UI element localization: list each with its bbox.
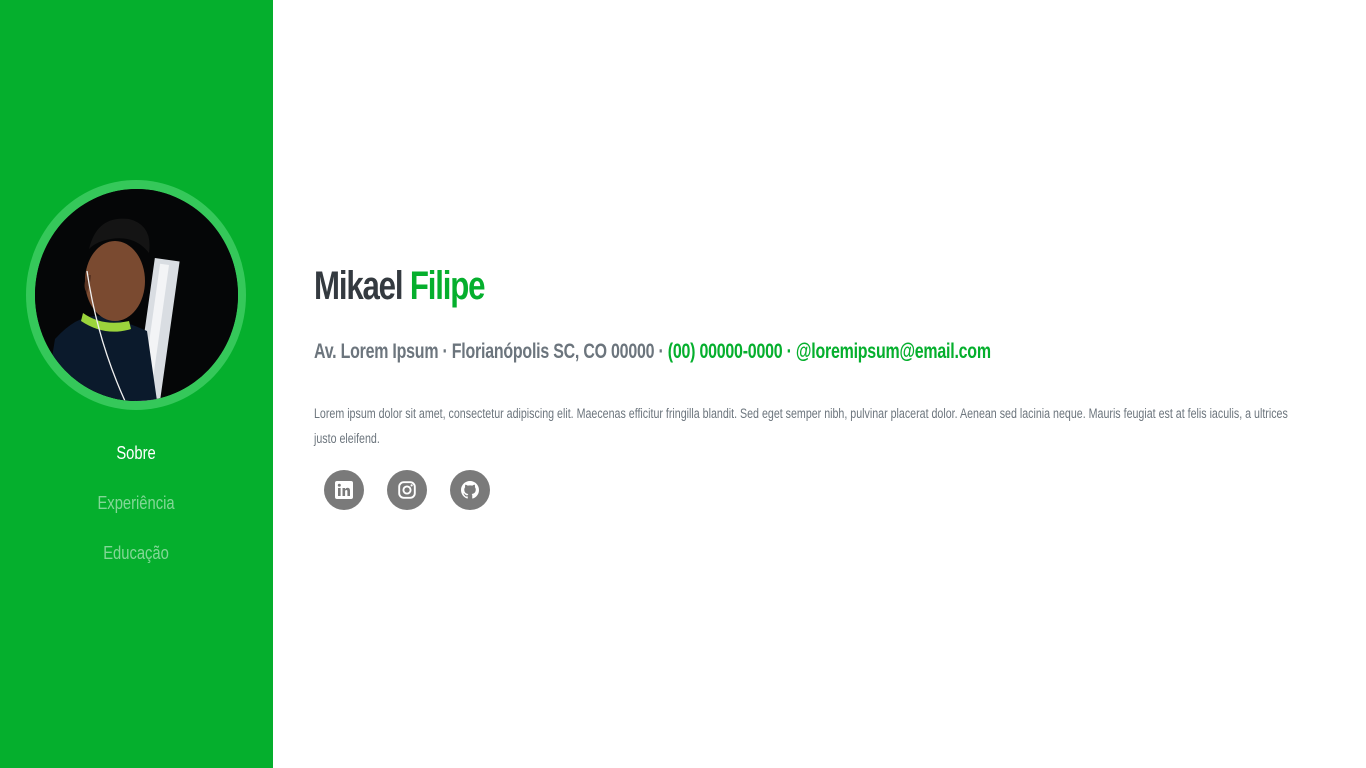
nav-item-educacao[interactable]: Educação bbox=[0, 537, 273, 587]
description-line-1: Lorem ipsum dolor sit amet, consectetur … bbox=[314, 406, 1288, 421]
social-icons bbox=[324, 470, 513, 510]
description-line-2: justo eleifend. bbox=[314, 431, 380, 446]
address: Av. Lorem Ipsum · Florianópolis SC, CO 0… bbox=[314, 340, 664, 363]
nav-item-experiencia[interactable]: Experiência bbox=[0, 487, 273, 537]
contact-line: Av. Lorem Ipsum · Florianópolis SC, CO 0… bbox=[314, 340, 991, 364]
instagram-icon bbox=[398, 481, 416, 499]
avatar bbox=[35, 189, 238, 401]
profile-photo bbox=[35, 189, 238, 401]
page-title: Mikael Filipe bbox=[314, 264, 486, 309]
nav-link-educacao[interactable]: Educação bbox=[104, 537, 170, 569]
phone-link[interactable]: (00) 00000-0000 bbox=[668, 340, 783, 363]
sidebar: Sobre Experiência Educação bbox=[0, 0, 273, 768]
nav-link-experiencia[interactable]: Experiência bbox=[98, 487, 175, 519]
last-name: Filipe bbox=[409, 264, 486, 308]
github-button[interactable] bbox=[450, 470, 490, 510]
github-icon bbox=[461, 481, 479, 499]
nav-item-sobre[interactable]: Sobre bbox=[0, 437, 273, 487]
sidebar-nav: Sobre Experiência Educação bbox=[0, 437, 273, 587]
first-name: Mikael bbox=[314, 264, 404, 308]
description: Lorem ipsum dolor sit amet, consectetur … bbox=[314, 401, 1314, 451]
email-link[interactable]: @loremipsum@email.com bbox=[796, 340, 991, 363]
nav-link-sobre[interactable]: Sobre bbox=[117, 437, 156, 469]
linkedin-button[interactable] bbox=[324, 470, 364, 510]
separator: · bbox=[786, 340, 792, 363]
instagram-button[interactable] bbox=[387, 470, 427, 510]
about-section: Mikael Filipe Av. Lorem Ipsum · Florianó… bbox=[314, 0, 1324, 768]
linkedin-icon bbox=[335, 481, 353, 499]
